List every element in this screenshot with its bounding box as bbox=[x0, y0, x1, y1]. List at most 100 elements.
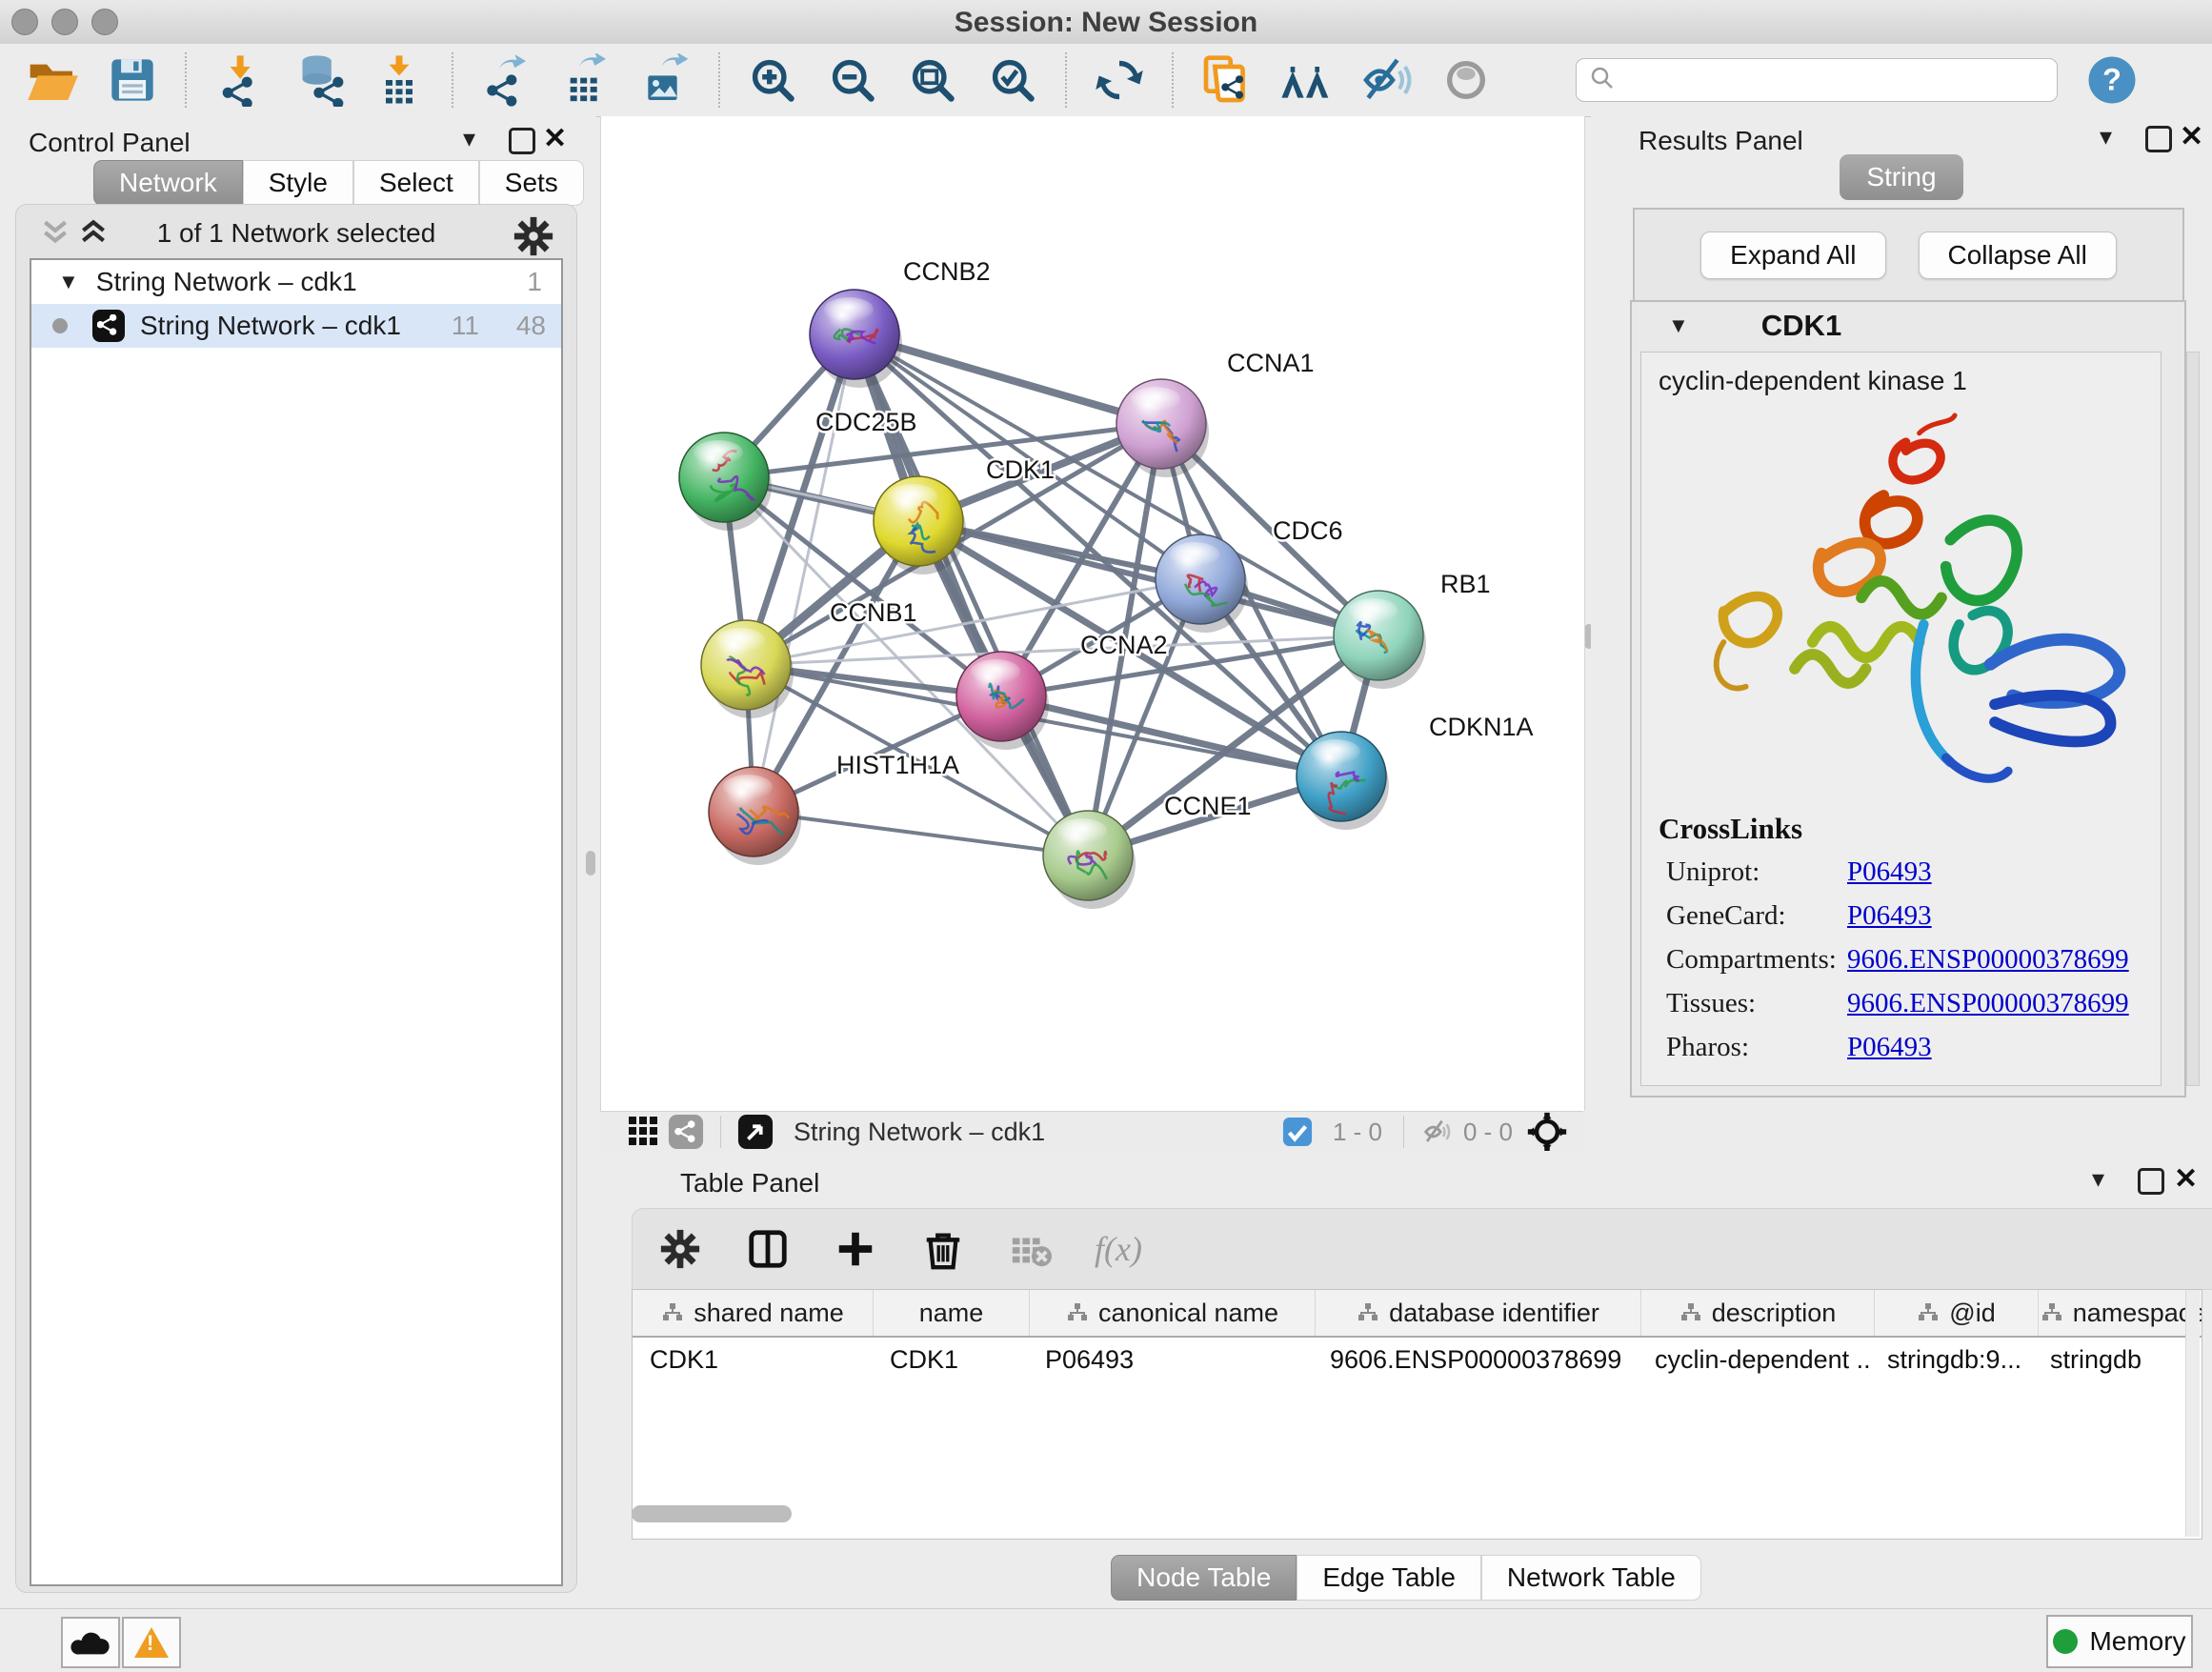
disclosure-triangle-icon[interactable]: ▼ bbox=[1668, 313, 1689, 338]
show-all-icon[interactable] bbox=[1438, 52, 1494, 108]
node-CDC25B[interactable] bbox=[679, 433, 772, 531]
column-header-name[interactable]: name bbox=[874, 1290, 1030, 1336]
tab-style[interactable]: Style bbox=[243, 160, 353, 206]
help-button[interactable]: ? bbox=[2084, 52, 2140, 108]
zoom-selected-icon[interactable] bbox=[985, 52, 1040, 108]
table-row[interactable]: CDK1CDK1P064939606.ENSP00000378699cyclin… bbox=[633, 1338, 2202, 1381]
warning-button[interactable] bbox=[122, 1617, 181, 1668]
crosslink-link[interactable]: P06493 bbox=[1847, 900, 1932, 932]
split-columns-icon[interactable] bbox=[743, 1221, 793, 1277]
column-header-shared-name[interactable]: shared name bbox=[633, 1290, 874, 1336]
import-network-file-icon[interactable] bbox=[211, 52, 267, 108]
node-CCNB1[interactable] bbox=[701, 620, 794, 718]
table-panel: Table Panel ▾ ✕ f(x) shared namenamecano… bbox=[600, 1151, 2212, 1608]
export-image-file-icon[interactable] bbox=[638, 52, 694, 108]
search-input[interactable] bbox=[1617, 65, 2045, 96]
node-label-CCNB1: CCNB1 bbox=[830, 598, 917, 627]
float-panel-icon[interactable] bbox=[509, 128, 535, 154]
tab-string[interactable]: String bbox=[1591, 154, 2212, 200]
column-header-canonical-name[interactable]: canonical name bbox=[1030, 1290, 1316, 1336]
import-network-database-icon[interactable] bbox=[292, 52, 347, 108]
import-table-file-icon[interactable] bbox=[372, 52, 427, 108]
zoom-out-icon[interactable] bbox=[825, 52, 880, 108]
memory-button[interactable]: Memory bbox=[2046, 1615, 2193, 1668]
tab-select[interactable]: Select bbox=[353, 160, 479, 206]
node-CCNB2[interactable] bbox=[810, 290, 902, 388]
node-CCNA1[interactable] bbox=[1116, 379, 1209, 477]
cell-namespace[interactable]: stringdb bbox=[2033, 1345, 2202, 1375]
gear-icon[interactable] bbox=[655, 1221, 705, 1277]
cell-name[interactable]: CDK1 bbox=[873, 1345, 1028, 1375]
cell-database-identifier[interactable]: 9606.ENSP00000378699 bbox=[1313, 1345, 1638, 1375]
zoom-in-icon[interactable] bbox=[745, 52, 800, 108]
protein-card-header[interactable]: ▼ CDK1 bbox=[1632, 302, 2184, 350]
close-panel-icon[interactable]: ✕ bbox=[543, 122, 567, 155]
cell-shared-name[interactable]: CDK1 bbox=[633, 1345, 873, 1375]
crosslink-link[interactable]: 9606.ENSP00000378699 bbox=[1847, 944, 2129, 976]
collapse-panel-icon[interactable]: ▾ bbox=[2092, 1164, 2104, 1194]
node-label-CDC25B: CDC25B bbox=[815, 408, 917, 436]
add-column-icon[interactable] bbox=[831, 1221, 880, 1277]
column-header-namespace[interactable]: namespace bbox=[2039, 1290, 2202, 1336]
results-vertical-scrollbar[interactable] bbox=[2186, 352, 2200, 1086]
column-header--id[interactable]: @id bbox=[1875, 1290, 2039, 1336]
network-row-selected[interactable]: String Network – cdk1 11 48 bbox=[31, 304, 561, 348]
collection-label: String Network – cdk1 bbox=[96, 267, 357, 297]
protein-description: cyclin-dependent kinase 1 bbox=[1659, 366, 2161, 396]
protein-result-card: ▼ CDK1 cyclin-dependent kinase 1 bbox=[1630, 300, 2186, 1098]
node-HIST1H1A[interactable] bbox=[709, 767, 801, 865]
clone-network-icon[interactable] bbox=[1198, 52, 1254, 108]
edge-HIST1H1A-CCNE1[interactable] bbox=[754, 812, 1088, 856]
edge-CCNB2-HIST1H1A[interactable] bbox=[754, 334, 855, 812]
collapse-panel-icon[interactable]: ▾ bbox=[2100, 122, 2112, 151]
collapse-all-button[interactable]: Collapse All bbox=[1919, 232, 2117, 279]
close-panel-icon[interactable]: ✕ bbox=[2180, 120, 2203, 153]
hide-selected-icon[interactable] bbox=[1358, 52, 1414, 108]
node-CCNE1[interactable] bbox=[1043, 811, 1136, 909]
network-options-gear-icon[interactable] bbox=[512, 214, 555, 263]
left-splitter-handle[interactable] bbox=[586, 851, 595, 876]
network-view-canvas[interactable]: CCNB2CCNA1CDC25BCDK1CDC6RB1CCNB1CCNA2CDK… bbox=[600, 116, 1585, 1111]
float-panel-icon[interactable] bbox=[2145, 126, 2172, 152]
search-icon bbox=[1588, 64, 1617, 97]
close-panel-icon[interactable]: ✕ bbox=[2174, 1162, 2198, 1196]
collapse-panel-icon[interactable]: ▾ bbox=[463, 124, 475, 153]
column-header-database-identifier[interactable]: database identifier bbox=[1316, 1290, 1641, 1336]
cell--id[interactable]: stringdb:9... bbox=[1870, 1345, 2033, 1375]
table-vertical-scrollbar[interactable] bbox=[2185, 1290, 2200, 1537]
export-network-file-icon[interactable] bbox=[478, 52, 533, 108]
node-RB1[interactable] bbox=[1334, 591, 1426, 689]
delete-column-icon[interactable] bbox=[918, 1221, 968, 1277]
export-table-file-icon[interactable] bbox=[558, 52, 613, 108]
disclosure-triangle-icon[interactable]: ▼ bbox=[58, 270, 79, 294]
crosslink-link[interactable]: P06493 bbox=[1847, 1032, 1932, 1063]
open-session-icon[interactable] bbox=[25, 52, 80, 108]
tab-network-table[interactable]: Network Table bbox=[1481, 1555, 1701, 1601]
tab-network[interactable]: Network bbox=[93, 160, 243, 206]
tab-sets[interactable]: Sets bbox=[479, 160, 584, 206]
table-header-row: shared namenamecanonical namedatabase id… bbox=[633, 1290, 2202, 1338]
cell-canonical-name[interactable]: P06493 bbox=[1028, 1345, 1313, 1375]
tab-edge-table[interactable]: Edge Table bbox=[1297, 1555, 1481, 1601]
cloud-button[interactable] bbox=[61, 1617, 120, 1668]
node-CDKN1A[interactable] bbox=[1297, 732, 1389, 830]
first-neighbors-icon[interactable] bbox=[1278, 52, 1334, 108]
float-panel-icon[interactable] bbox=[2138, 1168, 2164, 1195]
results-panel-title: Results Panel bbox=[1639, 126, 1803, 156]
expand-all-button[interactable]: Expand All bbox=[1700, 232, 1885, 279]
node-CDK1[interactable] bbox=[874, 476, 966, 574]
zoom-fit-icon[interactable] bbox=[905, 52, 960, 108]
node-label-RB1: RB1 bbox=[1440, 570, 1491, 598]
node-table[interactable]: shared namenamecanonical namedatabase id… bbox=[632, 1289, 2202, 1540]
save-session-icon[interactable] bbox=[105, 52, 160, 108]
network-collection-row[interactable]: ▼ String Network – cdk1 1 bbox=[31, 260, 561, 304]
search-box[interactable] bbox=[1576, 58, 2058, 102]
crosslink-link[interactable]: 9606.ENSP00000378699 bbox=[1847, 988, 2129, 1019]
tab-node-table[interactable]: Node Table bbox=[1111, 1555, 1297, 1601]
cell-description[interactable]: cyclin-dependent ... bbox=[1638, 1345, 1870, 1375]
string-network-icon bbox=[92, 310, 125, 342]
column-header-description[interactable]: description bbox=[1641, 1290, 1875, 1336]
crosslink-link[interactable]: P06493 bbox=[1847, 856, 1932, 888]
table-horizontal-scrollbar[interactable] bbox=[632, 1505, 792, 1522]
update-view-icon[interactable] bbox=[1092, 52, 1147, 108]
